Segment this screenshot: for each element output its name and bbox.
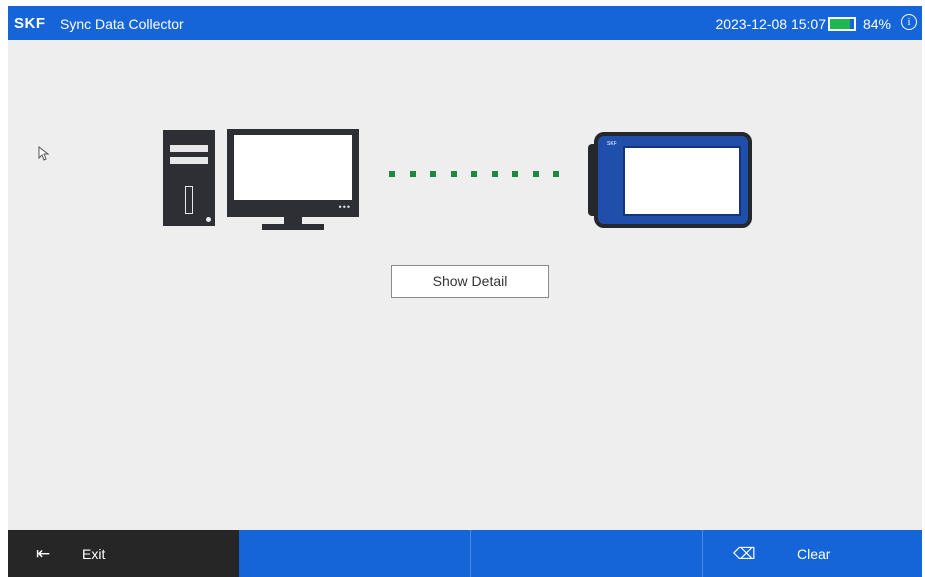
show-detail-button[interactable]: Show Detail xyxy=(391,265,549,298)
computer-tower-icon xyxy=(163,130,215,226)
connection-dot xyxy=(532,171,539,177)
clear-button[interactable]: ⌫ Clear xyxy=(703,530,922,577)
app-title: Sync Data Collector xyxy=(60,16,184,32)
footer-bar: ⇤ Exit ⌫ Clear xyxy=(8,530,922,577)
connection-dot xyxy=(430,171,436,177)
eraser-icon: ⌫ xyxy=(733,546,756,563)
battery-percent: 84% xyxy=(862,16,891,32)
title-bar: SKF Sync Data Collector 2023-12-08 15:07… xyxy=(8,6,922,40)
exit-label: Exit xyxy=(82,546,106,562)
monitor-base xyxy=(262,224,324,230)
clear-label: Clear xyxy=(797,546,831,562)
battery-icon xyxy=(828,17,856,31)
info-icon[interactable]: i xyxy=(901,14,917,30)
connection-dot xyxy=(512,171,518,177)
connection-dot xyxy=(491,171,498,177)
monitor-icon: ••• xyxy=(227,129,359,217)
mouse-cursor-icon xyxy=(38,146,50,161)
connection-dot xyxy=(471,171,477,177)
battery-fill xyxy=(830,19,851,29)
logout-icon: ⇤ xyxy=(36,544,51,563)
connection-dot xyxy=(450,171,457,177)
data-collector-device-icon: SKF xyxy=(594,132,752,228)
exit-button[interactable]: ⇤ Exit xyxy=(8,530,239,577)
footer-divider xyxy=(470,530,471,577)
datetime: 2023-12-08 15:07 xyxy=(715,16,826,32)
skf-logo: SKF xyxy=(14,15,46,32)
connection-dot xyxy=(389,171,395,177)
connection-dot xyxy=(409,171,416,177)
app-window: SKF Sync Data Collector 2023-12-08 15:07… xyxy=(8,6,922,577)
connection-dot xyxy=(553,171,559,177)
